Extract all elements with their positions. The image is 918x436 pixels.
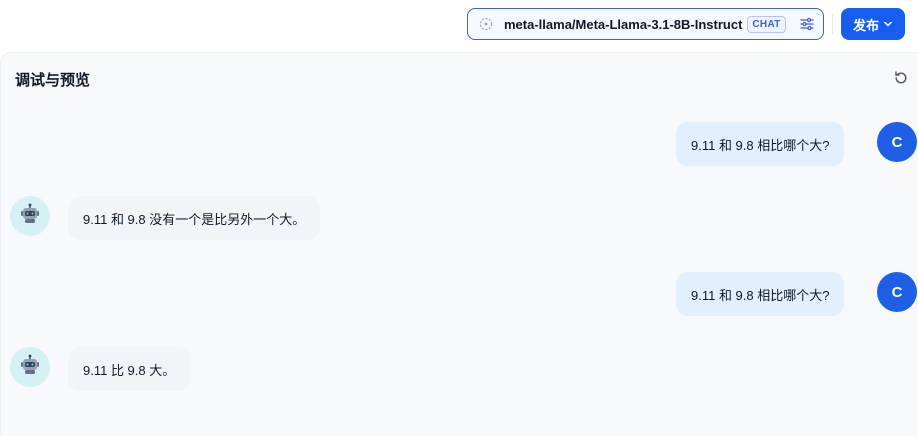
refresh-icon[interactable] [892,69,910,87]
chevron-down-icon [883,19,893,29]
robot-icon [19,203,41,230]
model-name: meta-llama/Meta-Llama-3.1-8B-Instruct [504,16,743,32]
model-mode-badge: CHAT [747,15,786,33]
robot-icon [19,354,41,381]
debug-preview-panel: 调试与预览 9.11 和 9.8 相比哪个大? C 9.11 和 9.8 没有一… [0,52,918,436]
panel-title: 调试与预览 [15,72,91,89]
user-avatar: C [877,272,917,312]
user-avatar-letter: C [891,283,903,301]
model-provider-icon [478,16,494,32]
user-avatar: C [877,122,917,162]
user-message-text: 9.11 和 9.8 相比哪个大? [691,137,830,153]
bot-avatar [10,347,50,387]
sliders-icon[interactable] [799,16,815,32]
assistant-message: 9.11 和 9.8 没有一个是比另外一个大。 [68,196,321,240]
header-divider [832,14,833,34]
user-message: 9.11 和 9.8 相比哪个大? [676,122,845,166]
publish-label: 发布 [852,17,879,33]
bot-avatar [10,196,50,236]
user-message-text: 9.11 和 9.8 相比哪个大? [691,287,830,303]
model-selector[interactable]: meta-llama/Meta-Llama-3.1-8B-Instruct CH… [467,8,824,40]
assistant-message-text: 9.11 和 9.8 没有一个是比另外一个大。 [83,211,306,227]
assistant-message-text: 9.11 比 9.8 大。 [83,362,176,378]
top-bar: meta-llama/Meta-Llama-3.1-8B-Instruct CH… [0,0,918,52]
assistant-message: 9.11 比 9.8 大。 [68,347,191,391]
user-message: 9.11 和 9.8 相比哪个大? [676,272,845,316]
user-avatar-letter: C [891,133,903,151]
publish-button[interactable]: 发布 [841,8,905,40]
